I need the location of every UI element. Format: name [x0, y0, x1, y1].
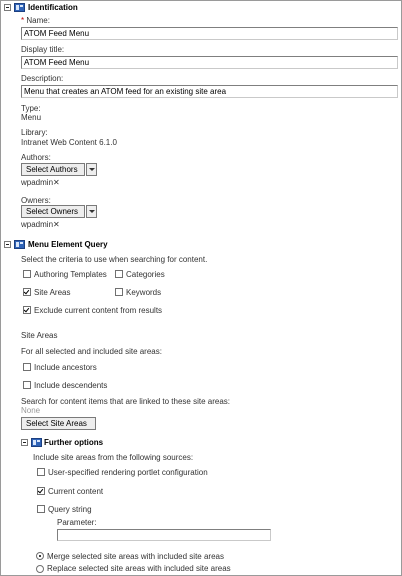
- criteria-instruction: Select the criteria to use when searchin…: [21, 255, 208, 264]
- categories-checkbox[interactable]: [115, 270, 123, 278]
- owner-item: wpadmin✕: [21, 220, 60, 229]
- exclude-current-checkbox[interactable]: [23, 306, 31, 314]
- parameter-input[interactable]: [57, 529, 271, 541]
- keywords-label: Keywords: [126, 288, 162, 297]
- description-input[interactable]: Menu that creates an ATOM feed for an ex…: [21, 85, 398, 98]
- site-areas-instruction: For all selected and included site areas…: [21, 347, 162, 356]
- merge-radio[interactable]: [36, 552, 44, 560]
- menu-query-collapse-toggle[interactable]: [4, 241, 11, 248]
- site-areas-label: Site Areas: [34, 288, 71, 297]
- current-content-checkbox[interactable]: [37, 487, 45, 495]
- name-label: * Name:: [21, 16, 50, 25]
- identification-collapse-toggle[interactable]: [4, 4, 11, 11]
- exclude-current-label: Exclude current content from results: [34, 306, 163, 315]
- include-descendents-label: Include descendents: [34, 381, 108, 390]
- parameter-label: Parameter:: [57, 518, 97, 527]
- owners-dropdown-arrow[interactable]: [86, 205, 97, 218]
- display-title-input[interactable]: ATOM Feed Menu: [21, 56, 398, 69]
- linked-site-areas-label: Search for content items that are linked…: [21, 397, 230, 406]
- type-label: Type:: [21, 104, 41, 113]
- merge-label: Merge selected site areas with included …: [47, 552, 224, 561]
- owners-label: Owners:: [21, 196, 51, 205]
- further-options-collapse-toggle[interactable]: [21, 439, 28, 446]
- include-ancestors-label: Include ancestors: [34, 363, 97, 372]
- current-content-label: Current content: [48, 487, 104, 496]
- description-label: Description:: [21, 74, 64, 83]
- select-authors-button[interactable]: Select Authors: [21, 163, 85, 176]
- required-marker: *: [21, 16, 25, 25]
- query-string-checkbox[interactable]: [37, 505, 45, 513]
- remove-owner-icon[interactable]: ✕: [53, 220, 60, 229]
- further-options-instruction: Include site areas from the following so…: [33, 453, 194, 462]
- section-icon: [31, 438, 42, 447]
- include-descendents-checkbox[interactable]: [23, 381, 31, 389]
- name-label-text: Name:: [26, 16, 50, 25]
- display-title-label: Display title:: [21, 45, 65, 54]
- keywords-checkbox[interactable]: [115, 288, 123, 296]
- authors-dropdown-arrow[interactable]: [86, 163, 97, 176]
- replace-label: Replace selected site areas with include…: [47, 564, 231, 573]
- further-options-title: Further options: [44, 438, 104, 447]
- owner-name: wpadmin: [21, 220, 54, 229]
- linked-site-areas-value: None: [21, 406, 41, 415]
- site-areas-checkbox[interactable]: [23, 288, 31, 296]
- section-icon: [14, 240, 25, 249]
- categories-label: Categories: [126, 270, 165, 279]
- replace-radio[interactable]: [36, 565, 44, 573]
- authors-label: Authors:: [21, 153, 51, 162]
- select-site-areas-button[interactable]: Select Site Areas: [21, 417, 96, 430]
- user-specified-label: User-specified rendering portlet configu…: [48, 468, 208, 477]
- site-areas-heading: Site Areas: [21, 331, 58, 340]
- remove-author-icon[interactable]: ✕: [53, 178, 60, 187]
- menu-query-title: Menu Element Query: [28, 240, 108, 249]
- library-value: Intranet Web Content 6.1.0: [21, 138, 117, 147]
- author-name: wpadmin: [21, 178, 54, 187]
- select-owners-button[interactable]: Select Owners: [21, 205, 85, 218]
- identification-title: Identification: [28, 3, 78, 12]
- user-specified-checkbox[interactable]: [37, 468, 45, 476]
- authoring-templates-label: Authoring Templates: [34, 270, 107, 279]
- name-input[interactable]: ATOM Feed Menu: [21, 27, 398, 40]
- section-icon: [14, 3, 25, 12]
- authoring-templates-checkbox[interactable]: [23, 270, 31, 278]
- include-ancestors-checkbox[interactable]: [23, 363, 31, 371]
- type-value: Menu: [21, 113, 42, 122]
- author-item: wpadmin✕: [21, 178, 60, 187]
- query-string-label: Query string: [48, 505, 92, 514]
- library-label: Library:: [21, 128, 48, 137]
